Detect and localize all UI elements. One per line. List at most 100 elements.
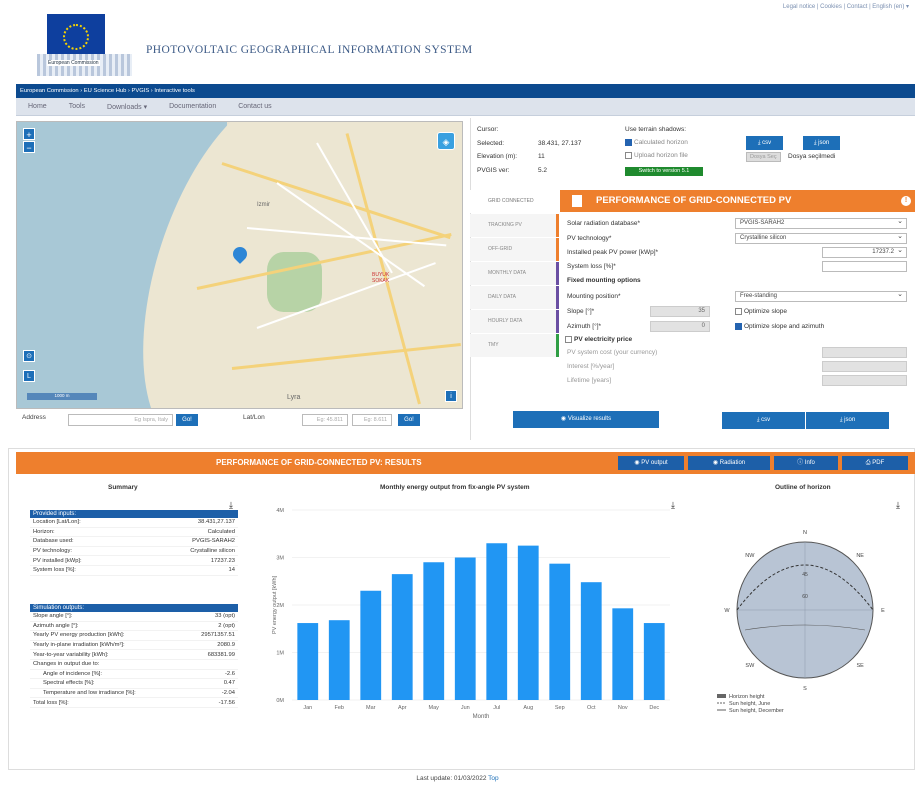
- summary-row-value: 17237.23: [210, 557, 235, 564]
- interest-input[interactable]: [822, 361, 907, 372]
- tab-daily-data[interactable]: DAILY DATA: [470, 286, 559, 309]
- map-label: Lyra: [287, 394, 301, 401]
- summary-row-label: Database used:: [33, 538, 74, 545]
- optimize-both-checkbox[interactable]: Optimize slope and azimuth: [735, 323, 824, 330]
- tab-monthly-data[interactable]: MONTHLY DATA: [470, 262, 559, 285]
- lifetime-input[interactable]: [822, 375, 907, 386]
- breadcrumb[interactable]: European Commission › EU Science Hub › P…: [20, 88, 195, 94]
- address-go-button[interactable]: Go!: [176, 414, 198, 426]
- eu-flag-icon: [47, 14, 105, 59]
- pv-output-button[interactable]: ◉ PV output: [618, 456, 684, 470]
- bar-apr: [391, 574, 413, 700]
- legend-label: Sun height, June: [729, 701, 770, 707]
- mounting-select[interactable]: Free-standing: [735, 290, 907, 302]
- zoom-out-button[interactable]: −: [23, 141, 35, 153]
- visualize-results-button[interactable]: ◉ Visualize results: [513, 411, 659, 428]
- monthly-energy-chart: 0M1M2M3M4MJan Feb Mar Apr May Jun Jul Aug Sep Oct…: [272, 508, 670, 720]
- summary-row: Horizon: Calculated: [30, 528, 238, 538]
- pdf-button[interactable]: ⎙ PDF: [842, 456, 908, 470]
- latlon-label: Lat/Lon: [243, 414, 265, 421]
- tab-tracking-pv[interactable]: TRACKING PV: [470, 214, 559, 237]
- summary-download-icon[interactable]: ⤓: [226, 500, 236, 510]
- bar-jun: [454, 557, 476, 700]
- nav-tools[interactable]: Tools: [69, 103, 85, 110]
- nav-documentation[interactable]: Documentation: [169, 103, 216, 110]
- x-tick-label: Nov: [618, 705, 628, 711]
- db-label: Solar radiation database*: [567, 220, 640, 227]
- upload-horizon-checkbox[interactable]: Upload horizon file: [625, 152, 688, 159]
- horizon-json-button[interactable]: ⤓ json: [803, 136, 840, 150]
- locate-icon[interactable]: ⊙: [23, 350, 35, 362]
- form-csv-button[interactable]: ⤓ csv: [722, 412, 805, 429]
- x-tick-label: May: [429, 705, 440, 711]
- x-tick-label: Feb: [335, 705, 344, 711]
- summary-row: Yearly PV energy production [kWh]: 295713…: [30, 631, 238, 641]
- tab-hourly-data[interactable]: HOURLY DATA: [470, 310, 559, 333]
- optimize-slope-checkbox[interactable]: Optimize slope: [735, 308, 787, 315]
- form-json-button[interactable]: ⤓ json: [806, 412, 889, 429]
- bar-oct: [580, 582, 602, 700]
- db-select[interactable]: PVGIS-SARAH2: [735, 217, 907, 229]
- lifetime-label: Lifetime [years]: [567, 377, 612, 384]
- tab-off-grid[interactable]: OFF-GRID: [470, 238, 559, 261]
- compass-label: NE: [856, 553, 864, 559]
- footer: Last update: 01/03/2022 Top: [0, 775, 915, 782]
- system-loss-label: System loss [%]*: [567, 263, 616, 270]
- lon-input[interactable]: Eg: 8.611: [352, 414, 392, 426]
- calculated-horizon-checkbox[interactable]: Calculated horizon: [625, 139, 688, 146]
- summary-row-value: 2 (opt): [218, 622, 235, 629]
- zoom-in-button[interactable]: +: [23, 128, 35, 140]
- summary-row-value: 29571357.51: [201, 632, 235, 639]
- address-input[interactable]: Eg Ispra, Italy: [68, 414, 173, 426]
- bar-sep: [549, 563, 571, 700]
- x-tick-label: Jun: [461, 705, 470, 711]
- outputs-heading: Simulation outputs:: [30, 604, 238, 612]
- map-view[interactable]: BUYUK SOKAK Lyra Izmir + − ⊙ L ◈ i 1000 …: [16, 121, 463, 409]
- map-info-icon[interactable]: i: [445, 390, 457, 402]
- last-update: Last update: 01/03/2022: [416, 775, 487, 782]
- tech-select[interactable]: Crystalline silicon: [735, 232, 907, 244]
- nav-downloads[interactable]: Downloads ▾: [107, 103, 147, 111]
- chart-title: Monthly energy output from fix-angle PV …: [380, 484, 530, 491]
- bar-jan: [297, 623, 319, 700]
- tool-tabs: GRID CONNECTED TRACKING PV OFF-GRID MONT…: [470, 190, 559, 420]
- ec-logo[interactable]: European Commission: [37, 14, 132, 76]
- azimuth-input[interactable]: 0: [650, 321, 710, 332]
- radiation-button[interactable]: ◉ Radiation: [688, 456, 770, 470]
- choose-file-button[interactable]: Dosya Seç: [746, 152, 781, 162]
- summary-row-value: 2080.9: [217, 642, 235, 649]
- elevation-label: Elevation (m):: [477, 153, 518, 160]
- slope-input[interactable]: 35: [650, 306, 710, 317]
- tab-tmy[interactable]: TMY: [470, 334, 559, 357]
- summary-row-label: PV installed [kWp]:: [33, 557, 82, 564]
- bar-may: [423, 562, 445, 700]
- ring-label: 45: [802, 572, 808, 578]
- layer-l-icon[interactable]: L: [23, 370, 35, 382]
- nav-contact[interactable]: Contact us: [238, 103, 271, 110]
- bar-dec: [643, 623, 665, 700]
- switch-version-button[interactable]: Switch to version 5.1: [625, 167, 703, 176]
- pv-price-checkbox[interactable]: PV electricity price: [565, 336, 632, 343]
- tab-grid-connected[interactable]: GRID CONNECTED: [470, 190, 559, 213]
- latlon-go-button[interactable]: Go!: [398, 414, 420, 426]
- info-icon[interactable]: !: [901, 196, 911, 206]
- layers-icon[interactable]: ◈: [437, 132, 455, 150]
- map-scale: 1000 m: [27, 393, 97, 400]
- terrain-shadows-label: Use terrain shadows:: [625, 126, 687, 133]
- bar-nov: [612, 608, 634, 700]
- peak-power-input[interactable]: 17237.2: [822, 246, 907, 258]
- top-links[interactable]: Legal notice | Cookies | Contact | Engli…: [783, 3, 909, 10]
- top-link[interactable]: Top: [488, 775, 498, 782]
- lat-input[interactable]: Eg: 45.811: [302, 414, 348, 426]
- summary-row: PV installed [kWp]: 17237.23: [30, 556, 238, 566]
- legend-label: Sun height, December: [729, 708, 784, 714]
- system-loss-input[interactable]: 14: [822, 260, 907, 272]
- x-tick-label: Dec: [649, 705, 659, 711]
- cost-input[interactable]: [822, 347, 907, 358]
- summary-row: Slope angle [°]: 33 (opt): [30, 612, 238, 622]
- nav-home[interactable]: Home: [28, 103, 47, 110]
- summary-row: Year-to-year variability [kWh]: 683381.99: [30, 650, 238, 660]
- horizon-csv-button[interactable]: ⤓ csv: [746, 136, 783, 150]
- info-button[interactable]: ⓘ Info: [774, 456, 838, 470]
- address-label: Address: [22, 414, 46, 421]
